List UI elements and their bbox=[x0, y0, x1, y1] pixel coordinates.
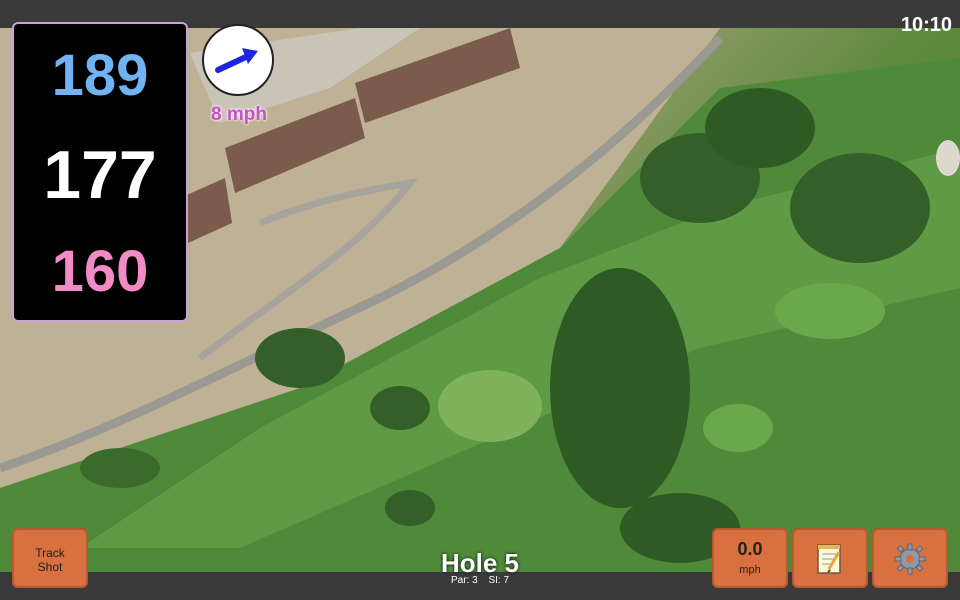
wind-speed-label: 8 mph bbox=[211, 104, 267, 125]
wind-arrow-icon bbox=[215, 48, 258, 73]
gear-icon bbox=[894, 543, 926, 575]
speed-value: 0.0 bbox=[737, 539, 763, 559]
back-distance: 189 bbox=[51, 43, 149, 108]
middle-distance: 177 bbox=[43, 137, 157, 213]
clock: 10:10 bbox=[900, 14, 952, 36]
front-distance: 160 bbox=[51, 239, 149, 304]
hole-par: Par: 3 bbox=[450, 575, 478, 586]
settings-button[interactable] bbox=[872, 528, 948, 588]
speed-button[interactable]: 0.0 mph bbox=[712, 528, 788, 588]
notepad-icon bbox=[817, 544, 841, 574]
hole-stroke-index: SI: 7 bbox=[488, 575, 510, 586]
notes-button[interactable] bbox=[792, 528, 868, 588]
hole-info: Par: 3 SI: 7 bbox=[400, 575, 560, 586]
wind-indicator bbox=[202, 24, 274, 96]
track-shot-button[interactable]: Track Shot bbox=[12, 528, 88, 588]
track-shot-label-line1: Track bbox=[35, 546, 65, 560]
track-shot-label-line2: Shot bbox=[37, 560, 63, 574]
distance-panel: 189 177 160 bbox=[12, 22, 188, 322]
speed-unit: mph bbox=[739, 564, 761, 576]
